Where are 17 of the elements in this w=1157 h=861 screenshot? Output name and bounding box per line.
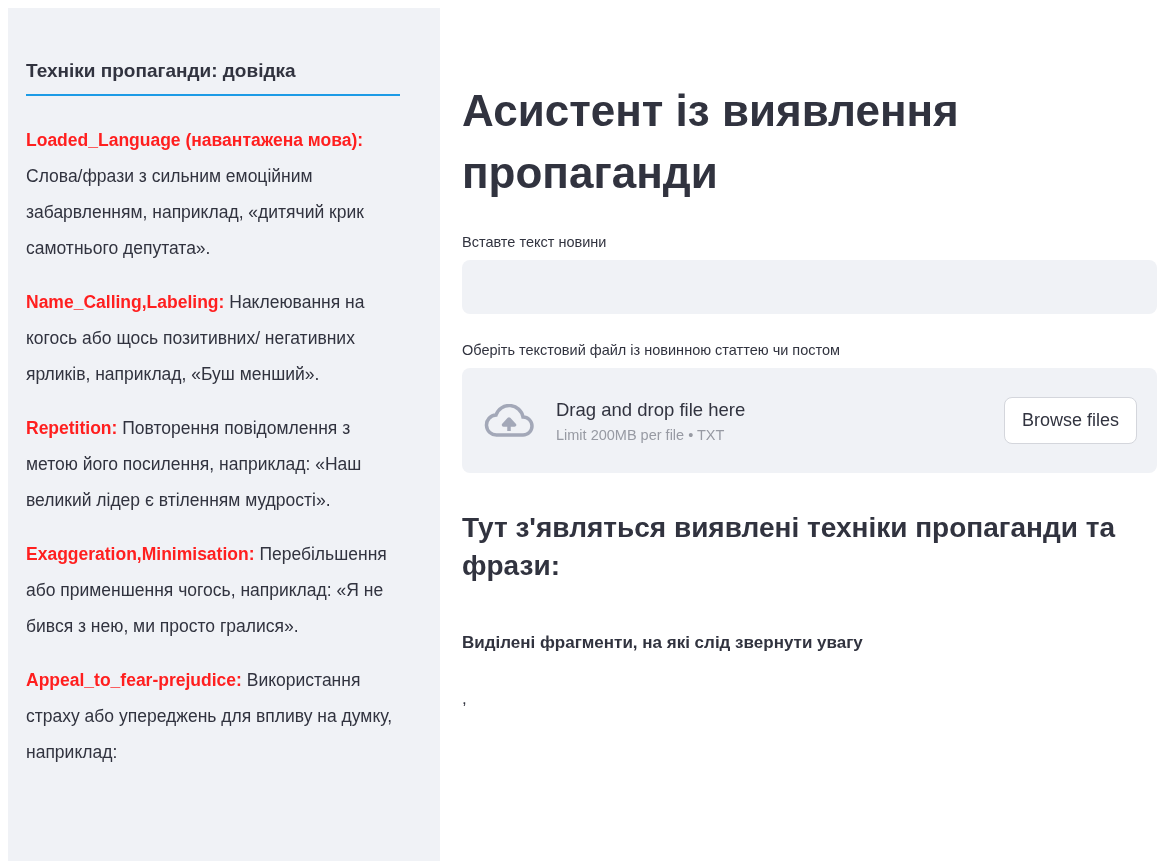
results-heading: Тут з'являться виявлені техніки пропаганди та фрази:	[462, 511, 1117, 583]
file-limit-note: Limit 200MB per file • TXT	[556, 426, 726, 443]
field-label: Вставте текст новини	[462, 234, 608, 250]
file-dropzone[interactable]: Drag and drop file here Limit 200MB per file • TXT Browse files	[462, 368, 1157, 473]
technique-description: Exaggeration,Minimisation: Перебільшення або применшення чогось, наприклад: «Я не бився з нею, ми просто гралися».	[26, 543, 388, 638]
browse-files-button[interactable]: Browse files	[1003, 397, 1137, 444]
sidebar-title: Техніки пропаганди: довідка	[26, 60, 297, 83]
technique-description: Repetition: Повторення повідомлення з метою його посилення, наприклад: «Наш великий лідер є втіленням мудрості».	[26, 417, 363, 512]
uploader-label: Оберіть текстовий файл із новинною статтею чи постом	[462, 342, 842, 358]
technique-description: Appeal_to_fear-prejudice: Використання страху або упереджень для впливу на думку, наприклад:	[26, 669, 394, 764]
dropzone-prompt: Drag and drop file here	[556, 398, 747, 421]
highlights-output: ,	[462, 689, 468, 709]
technique-description: Name_Calling,Labeling: Наклеювання на когось або щось позитивних/ негативних ярликів, наприклад, «Буш менший».	[26, 291, 366, 386]
cloud-upload-icon	[484, 403, 534, 438]
highlights-heading: Виділені фрагменти, на які слід звернути увагу	[462, 633, 864, 653]
technique-description: Loaded_Language (навантажена мова): Слова/фрази з сильним емоційним забарвленням, наприклад, «дитячий крик самотнього депутата».	[26, 129, 365, 260]
page-title: Асистент із виявлення пропаганди	[462, 85, 960, 199]
